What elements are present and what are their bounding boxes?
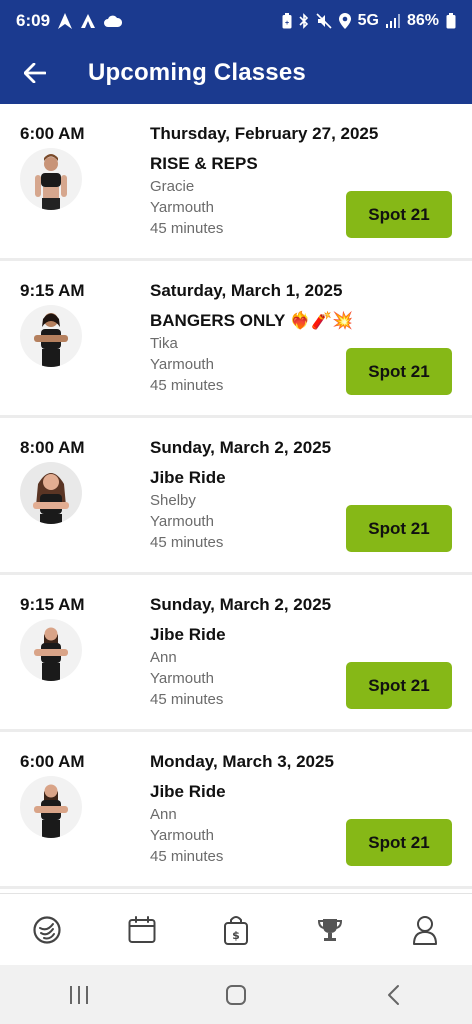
- instructor-name: Ann: [150, 806, 177, 823]
- svg-text:+: +: [285, 20, 289, 27]
- class-time: 9:15 AM: [20, 595, 85, 614]
- class-list: 6:00 AM Thursday, February 27, 2025 RISE…: [0, 104, 472, 890]
- bluetooth-icon: [299, 13, 308, 29]
- app-icon: [81, 14, 96, 28]
- class-duration: 45 minutes: [150, 534, 224, 551]
- signal-icon: [385, 14, 400, 28]
- home-button[interactable]: [196, 965, 276, 1024]
- class-time: 8:00 AM: [20, 438, 85, 457]
- back-icon: [388, 984, 400, 1005]
- class-location: Yarmouth: [150, 199, 214, 216]
- status-bar: 6:09 + 5G 86%: [0, 0, 472, 42]
- class-name: Jibe Ride: [150, 468, 226, 487]
- instructor-avatar: [20, 462, 82, 524]
- class-card[interactable]: 6:00 AM Monday, March 3, 2025 Jibe Ride …: [0, 732, 472, 889]
- class-time: 6:00 AM: [20, 752, 85, 771]
- instructor-avatar: [20, 148, 82, 210]
- nav-profile[interactable]: [378, 894, 472, 965]
- profile-icon: [412, 915, 437, 945]
- navigation-icon: [58, 13, 73, 29]
- shopping-bag-icon: $: [224, 915, 249, 945]
- class-date: Monday, March 3, 2025: [150, 752, 334, 771]
- instructor-avatar: [20, 619, 82, 681]
- battery-percent: 86%: [406, 12, 439, 29]
- back-button[interactable]: [0, 42, 70, 104]
- class-card[interactable]: 9:15 AM Saturday, March 1, 2025 BANGERS …: [0, 261, 472, 418]
- instructor-name: Tika: [150, 335, 178, 352]
- class-duration: 45 minutes: [150, 691, 224, 708]
- status-time: 6:09: [16, 11, 51, 30]
- class-card[interactable]: 9:15 AM Sunday, March 2, 2025 Jibe Ride …: [0, 575, 472, 732]
- class-location: Yarmouth: [150, 356, 214, 373]
- instructor-name: Ann: [150, 649, 177, 666]
- location-icon: [338, 13, 351, 29]
- class-location: Yarmouth: [150, 827, 214, 844]
- class-duration: 45 minutes: [150, 848, 224, 865]
- calendar-icon: [128, 915, 156, 943]
- class-duration: 45 minutes: [150, 220, 224, 237]
- class-name: RISE & REPS: [150, 154, 258, 173]
- instructor-name: Gracie: [150, 178, 195, 195]
- mute-icon: [316, 13, 332, 29]
- class-card[interactable]: 6:00 AM Thursday, February 27, 2025 RISE…: [0, 104, 472, 261]
- class-name: Jibe Ride: [150, 782, 226, 801]
- network-label: 5G: [357, 12, 379, 29]
- arrow-left-icon: [24, 63, 46, 83]
- instructor-avatar: [20, 305, 82, 367]
- system-nav-bar: [0, 965, 472, 1024]
- class-card[interactable]: 8:00 AM Sunday, March 2, 2025 Jibe Ride …: [0, 418, 472, 575]
- class-duration: 45 minutes: [150, 377, 224, 394]
- nav-shop[interactable]: $: [189, 894, 283, 965]
- class-time: 6:00 AM: [20, 124, 85, 143]
- class-name: BANGERS ONLY ❤️‍🔥🧨💥: [150, 311, 354, 330]
- spot-button[interactable]: Spot 21: [346, 191, 452, 238]
- jibe-logo-icon: [33, 915, 61, 944]
- class-time: 9:15 AM: [20, 281, 85, 300]
- recent-apps-icon: [69, 985, 88, 1004]
- class-date: Sunday, March 2, 2025: [150, 595, 332, 614]
- page-title: Upcoming Classes: [88, 59, 306, 86]
- battery-saver-icon: +: [282, 13, 292, 29]
- spot-button[interactable]: Spot 21: [346, 505, 452, 552]
- system-back-button[interactable]: [353, 965, 433, 1024]
- class-date: Sunday, March 2, 2025: [150, 438, 332, 457]
- nav-schedule[interactable]: [94, 894, 188, 965]
- recent-apps-button[interactable]: [39, 965, 119, 1024]
- class-name: Jibe Ride: [150, 625, 226, 644]
- svg-text:$: $: [232, 929, 240, 942]
- instructor-avatar: [20, 776, 82, 838]
- instructor-name: Shelby: [150, 492, 196, 509]
- class-location: Yarmouth: [150, 670, 214, 687]
- trophy-icon: [318, 918, 343, 941]
- class-date: Saturday, March 1, 2025: [150, 281, 343, 300]
- bottom-nav: $: [0, 893, 472, 965]
- battery-icon: [446, 13, 456, 29]
- cloud-icon: [104, 15, 123, 27]
- spot-button[interactable]: Spot 21: [346, 662, 452, 709]
- class-location: Yarmouth: [150, 513, 214, 530]
- spot-button[interactable]: Spot 21: [346, 819, 452, 866]
- spot-button[interactable]: Spot 21: [346, 348, 452, 395]
- home-icon: [225, 984, 246, 1005]
- nav-leaderboard[interactable]: [283, 894, 377, 965]
- class-date: Thursday, February 27, 2025: [150, 124, 379, 143]
- nav-home[interactable]: [0, 894, 94, 965]
- app-header: Upcoming Classes: [0, 42, 472, 104]
